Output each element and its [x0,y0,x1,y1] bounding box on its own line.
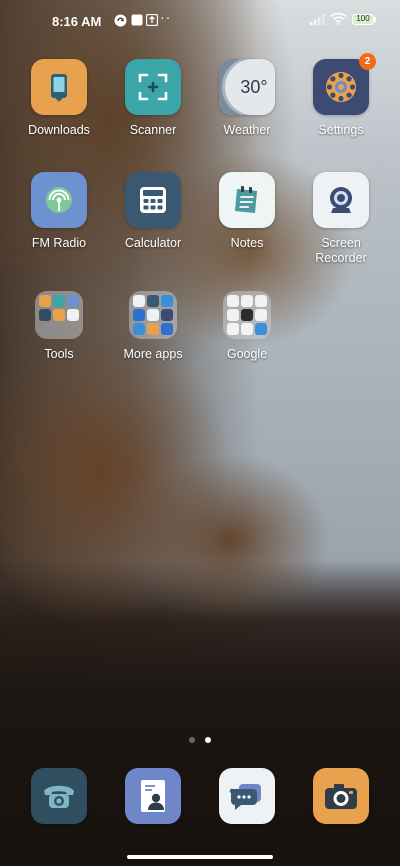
mini-app-icon [133,309,145,321]
app-label: Screen Recorder [315,236,367,265]
phone-icon [31,768,87,824]
folder-more-apps[interactable]: More apps [106,287,200,362]
battery-tip [374,17,376,22]
mini-app-icon [133,323,145,335]
upload-icon [145,13,159,27]
mini-app-icon [39,309,51,321]
mini-app-icon [241,309,253,321]
more-notifications-indicator: ·· [160,9,172,25]
folder-preview [129,291,177,339]
contacts-icon [125,768,181,824]
dock-phone[interactable] [12,768,106,824]
weather-icon: 30° [219,59,275,115]
mini-app-icon [255,309,267,321]
mini-app-icon [227,309,239,321]
wifi-icon [330,12,347,30]
dock-camera[interactable] [294,768,388,824]
weather-temperature: 30° [240,76,268,97]
folder-preview [223,291,271,339]
mini-app-icon [255,295,267,307]
battery-icon: 100 [352,14,374,25]
folder-label: Google [226,347,268,361]
app-label: FM Radio [31,236,87,250]
mini-app-icon [67,309,79,321]
app-settings[interactable]: 2 Settings [294,53,388,138]
notes-icon [219,172,275,228]
app-calculator[interactable]: Calculator [106,172,200,251]
mini-app-icon [227,323,239,335]
dock-contacts[interactable] [106,768,200,824]
signal-icon [310,12,326,30]
camera-icon [313,768,369,824]
mini-app-icon [227,295,239,307]
folder-label: More apps [123,347,183,361]
app-screen-recorder[interactable]: Screen Recorder [294,172,388,266]
mini-app-icon [241,295,253,307]
scan-frame-icon [125,59,181,115]
mini-app-icon [147,309,159,321]
radio-icon [31,172,87,228]
folder-google[interactable]: Google [200,287,294,362]
mini-app-icon [39,295,51,307]
app-label: Weather [223,123,271,137]
app-fm-radio[interactable]: FM Radio [12,172,106,251]
mini-app-icon [241,323,253,335]
app-label: Settings [318,123,364,137]
mini-app-icon [161,309,173,321]
mini-app-icon [67,295,79,307]
app-downloads[interactable]: Downloads [12,59,106,138]
mini-app-icon [133,295,145,307]
dock-messages[interactable] [200,768,294,824]
mini-app-icon [255,323,267,335]
notification-square-icon [130,13,144,27]
mini-app-icon [147,295,159,307]
app-label: Notes [230,236,264,250]
calculator-icon [125,172,181,228]
status-bar: 8:16 AM ·· 100 [0,0,400,44]
app-scanner[interactable]: Scanner [106,59,200,138]
mini-app-icon [53,295,65,307]
camera-record-icon [313,172,369,228]
app-label: Downloads [28,123,90,137]
app-label: Calculator [124,236,182,250]
page-indicator [0,730,400,748]
sync-icon [113,13,127,27]
page-dot[interactable] [188,737,195,743]
mini-app-icon [161,295,173,307]
page-dot-active[interactable] [205,737,212,743]
folder-tools[interactable]: Tools [12,287,106,362]
folder-preview [35,291,83,339]
notification-badge: 2 [359,53,376,70]
clock: 8:16 AM [52,14,102,29]
app-weather[interactable]: 30° Weather [200,59,294,138]
home-indicator[interactable] [127,855,273,859]
mini-app-icon [147,323,159,335]
app-notes[interactable]: Notes [200,172,294,251]
message-icon [219,768,275,824]
folder-label: Tools [44,347,74,361]
mini-app-icon [53,309,65,321]
download-phone-icon [31,59,87,115]
mini-app-icon [161,323,173,335]
app-label: Scanner [129,123,177,137]
